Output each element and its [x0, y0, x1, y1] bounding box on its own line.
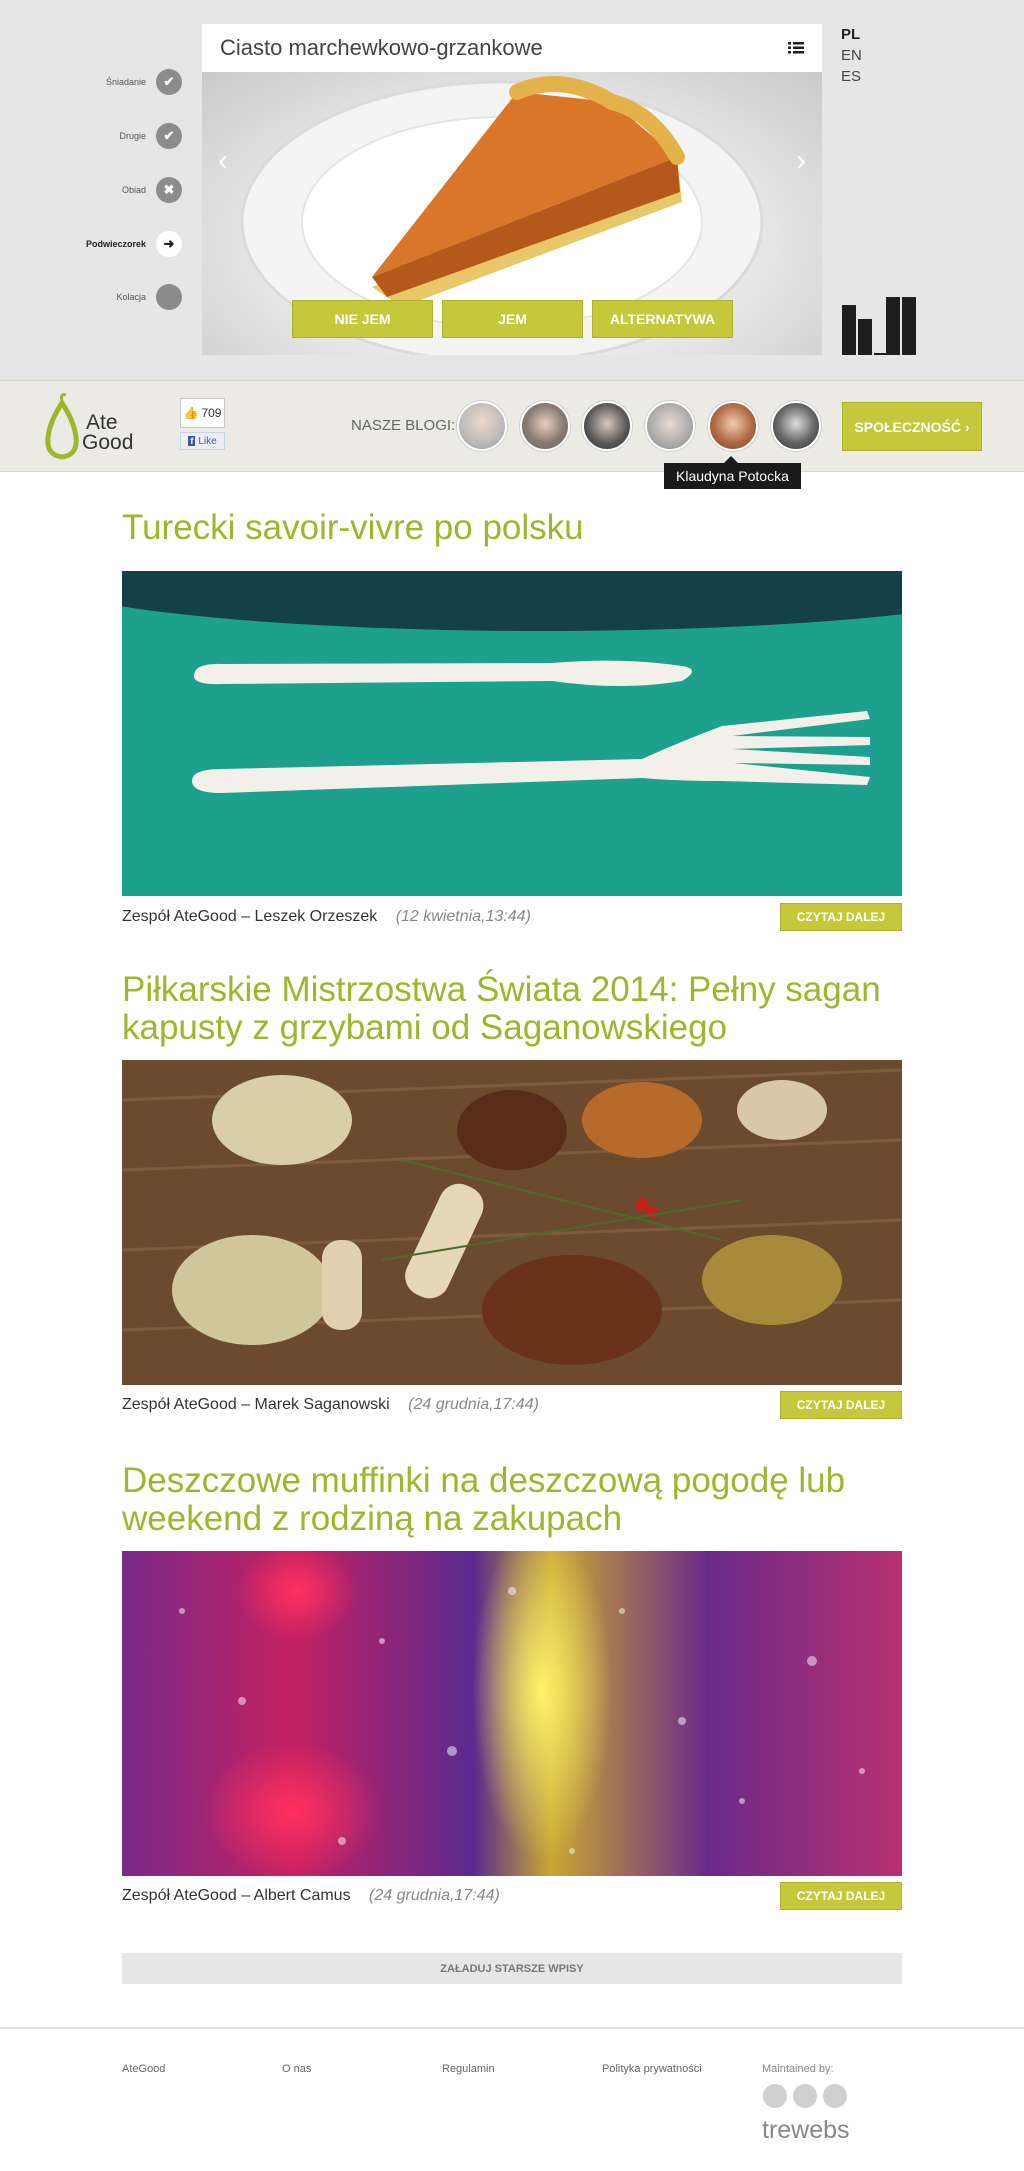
- recipe-title: Ciasto marchewkowo-grzankowe: [220, 35, 543, 60]
- circle-icon: [156, 284, 182, 310]
- recipe-slider: Ciasto marchewkowo-grzankowe ‹ › NIE JEM…: [202, 24, 822, 355]
- check-icon: ✔: [156, 123, 182, 149]
- x-icon: ✖: [156, 177, 182, 203]
- post-image[interactable]: [122, 1551, 902, 1876]
- thumbs-up-icon: 👍: [183, 406, 199, 420]
- chevron-right-icon[interactable]: ›: [796, 144, 806, 178]
- slider-titlebar: Ciasto marchewkowo-grzankowe: [202, 24, 822, 72]
- post-meta: Zespół AteGood – Marek Saganowski (24 gr…: [122, 1396, 539, 1414]
- post-image[interactable]: [122, 1060, 902, 1385]
- svg-text:Good: Good: [82, 431, 133, 454]
- post-meta: Zespół AteGood – Leszek Orzeszek (12 kwi…: [122, 908, 531, 926]
- post-author[interactable]: Zespół AteGood – Leszek Orzeszek: [122, 908, 377, 925]
- bar: [902, 297, 916, 355]
- meal-label: Obiad: [121, 185, 146, 195]
- blogs-bar: Ate Good 👍 709 f Like NASZE BLOGI: SPOŁE…: [0, 380, 1024, 472]
- meal-step-kolacja[interactable]: Kolacja: [116, 284, 182, 310]
- meal-step-obiad[interactable]: Obiad ✖: [122, 177, 182, 203]
- post-author[interactable]: Zespół AteGood – Albert Camus: [122, 1887, 351, 1904]
- maintained-by-label: Maintained by:: [762, 2063, 834, 2075]
- community-button[interactable]: SPOŁECZNOŚĆ ›: [842, 402, 982, 451]
- read-more-button[interactable]: CZYTAJ DALEJ: [780, 1882, 902, 1910]
- language-es[interactable]: ES: [841, 66, 862, 87]
- trewebs-logo[interactable]: trewebs: [762, 2083, 852, 2145]
- stats-bars-icon[interactable]: [842, 290, 916, 355]
- post-date: (24 grudnia,17:44): [408, 1396, 539, 1413]
- meal-step-drugie[interactable]: Drugie ✔: [119, 123, 182, 149]
- load-older-posts-button[interactable]: ZAŁADUJ STARSZE WPISY: [122, 1953, 902, 1984]
- language-en[interactable]: EN: [841, 45, 862, 66]
- read-more-button[interactable]: CZYTAJ DALEJ: [780, 903, 902, 931]
- post-title[interactable]: Turecki savoir-vivre po polsku: [122, 509, 922, 547]
- not-eating-button[interactable]: NIE JEM: [292, 300, 433, 338]
- alternative-button[interactable]: ALTERNATYWA: [592, 300, 733, 338]
- language-switcher: PL EN ES: [841, 24, 862, 87]
- meal-label: Śniadanie: [105, 77, 146, 87]
- hero-section: Śniadanie ✔ Drugie ✔ Obiad ✖ Podwieczore…: [0, 0, 1024, 380]
- blogger-avatar[interactable]: [582, 401, 632, 451]
- post-title[interactable]: Piłkarskie Mistrzostwa Świata 2014: Pełn…: [122, 971, 922, 1047]
- facebook-like[interactable]: 👍 709 f Like: [180, 398, 225, 450]
- footer-link-about[interactable]: O nas: [282, 2063, 311, 2075]
- facebook-icon: f: [188, 436, 196, 446]
- bar: [886, 297, 900, 355]
- footer-link-privacy[interactable]: Polityka prywatności: [602, 2063, 702, 2075]
- blogger-avatar[interactable]: [457, 401, 507, 451]
- like-count: 709: [201, 406, 222, 420]
- fb-like-button[interactable]: f Like: [180, 432, 225, 450]
- meal-label: Podwieczorek: [85, 239, 146, 249]
- post-title[interactable]: Deszczowe muffinki na deszczową pogodę l…: [122, 1462, 922, 1538]
- blogs-label: NASZE BLOGI:: [351, 417, 456, 434]
- post-date: (24 grudnia,17:44): [369, 1887, 500, 1904]
- list-icon[interactable]: [788, 41, 804, 55]
- footer-link-terms[interactable]: Regulamin: [442, 2063, 495, 2075]
- meal-step-podwieczorek[interactable]: Podwieczorek ➜: [86, 231, 182, 257]
- like-label: Like: [198, 435, 217, 447]
- post-meta: Zespół AteGood – Albert Camus (24 grudni…: [122, 1887, 500, 1905]
- like-count-box: 👍 709: [180, 398, 225, 428]
- blogger-avatar-klaudyna[interactable]: [708, 401, 758, 451]
- avatar-tooltip: Klaudyna Potocka: [664, 456, 801, 489]
- meal-label: Kolacja: [116, 292, 146, 302]
- footer-link-ategood[interactable]: AteGood: [122, 2063, 165, 2075]
- footer: AteGood O nas Regulamin Polityka prywatn…: [0, 2027, 1024, 2171]
- trewebs-mark-icon: [763, 2084, 847, 2108]
- blogger-avatar[interactable]: [771, 401, 821, 451]
- meal-step-sniadanie[interactable]: Śniadanie ✔: [106, 69, 182, 95]
- arrow-right-icon: ➜: [156, 231, 182, 257]
- read-more-button[interactable]: CZYTAJ DALEJ: [780, 1391, 902, 1419]
- bar: [842, 305, 856, 355]
- post-date: (12 kwietnia,13:44): [395, 908, 531, 925]
- chevron-left-icon[interactable]: ‹: [218, 144, 228, 178]
- blogger-avatar[interactable]: [645, 401, 695, 451]
- post-author[interactable]: Zespół AteGood – Marek Saganowski: [122, 1396, 390, 1413]
- meal-label: Drugie: [119, 131, 146, 141]
- post-image[interactable]: [122, 571, 902, 896]
- ategood-logo[interactable]: Ate Good: [40, 393, 150, 463]
- blogger-avatar[interactable]: [520, 401, 570, 451]
- bar: [858, 319, 872, 355]
- check-icon: ✔: [156, 69, 182, 95]
- eating-button[interactable]: JEM: [442, 300, 583, 338]
- language-pl[interactable]: PL: [841, 24, 862, 45]
- maintainer-name: trewebs: [762, 2116, 850, 2144]
